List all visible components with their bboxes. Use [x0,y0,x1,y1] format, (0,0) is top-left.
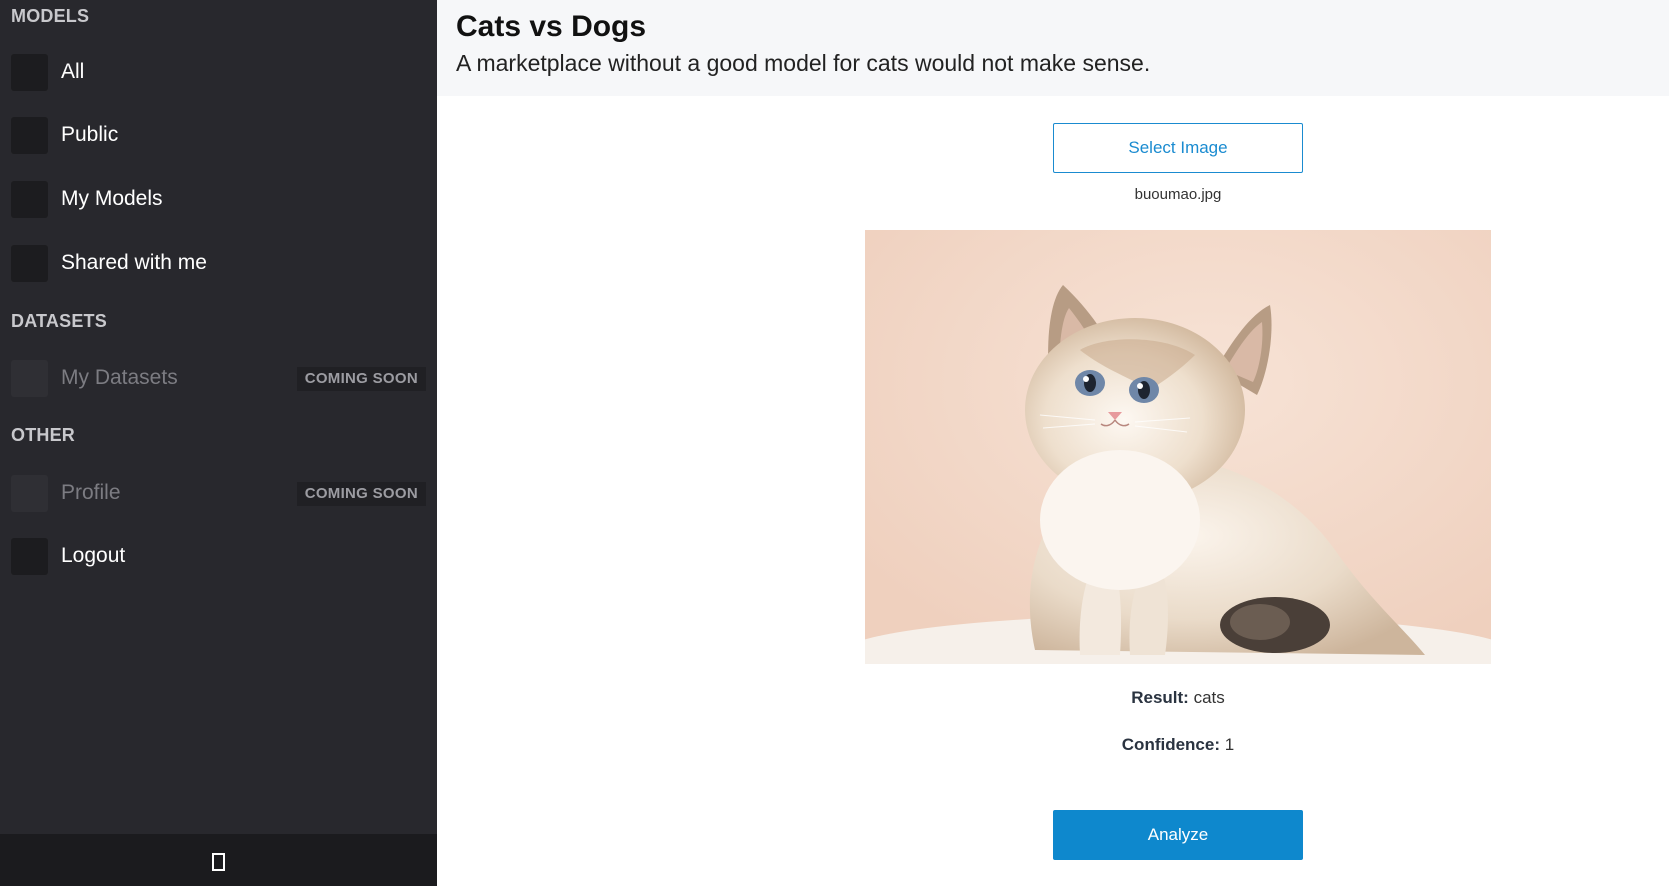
sidebar-item-logout[interactable]: Logout [11,537,426,575]
my-models-icon [11,180,48,218]
image-preview [865,230,1491,664]
section-title-datasets: DATASETS [11,311,107,331]
sidebar-item-label: My Datasets [61,366,178,389]
sidebar-item-label: Public [61,123,119,146]
select-image-button[interactable]: Select Image [1053,123,1303,173]
section-title-other: OTHER [11,425,75,445]
collapse-sidebar-icon[interactable] [212,853,225,871]
sidebar-item-label: My Models [61,187,163,210]
confidence-row: Confidence: 1 [878,735,1478,755]
sidebar-item-my-datasets: My Datasets COMING SOON [11,359,426,397]
analyze-button[interactable]: Analyze [1053,810,1303,860]
confidence-value: 1 [1224,735,1235,754]
kitten-image [865,230,1491,664]
result-label: Result: [1131,688,1189,707]
coming-soon-badge: COMING SOON [296,482,426,506]
all-models-icon [11,53,48,91]
public-models-icon [11,116,48,154]
main-content: Cats vs Dogs A marketplace without a goo… [437,0,1669,886]
datasets-icon [11,359,48,397]
sidebar-item-label: Shared with me [61,251,207,274]
sidebar-item-my-models[interactable]: My Models [11,180,426,218]
sidebar-item-label: Logout [61,544,126,567]
sidebar-item-label: All [61,60,85,83]
page-title: Cats vs Dogs [456,10,647,43]
section-title-models: MODELS [11,6,90,26]
sidebar-footer [0,834,437,886]
sidebar-item-shared-with-me[interactable]: Shared with me [11,244,426,282]
logout-icon [11,537,48,575]
sidebar-item-label: Profile [61,481,121,504]
page-header: Cats vs Dogs A marketplace without a goo… [437,0,1669,96]
profile-icon [11,474,48,512]
sidebar: MODELS All Public My Models Shared with … [0,0,437,886]
sidebar-item-all[interactable]: All [11,53,426,91]
coming-soon-badge: COMING SOON [296,367,426,391]
sidebar-item-public[interactable]: Public [11,116,426,154]
result-row: Result: cats [878,688,1478,708]
shared-models-icon [11,244,48,282]
page-subtitle: A marketplace without a good model for c… [456,50,1151,76]
app: MODELS All Public My Models Shared with … [0,0,1669,886]
sidebar-item-profile: Profile COMING SOON [11,474,426,512]
selected-file-name: buoumao.jpg [1134,186,1222,203]
result-value: cats [1193,688,1225,707]
confidence-label: Confidence: [1121,735,1221,754]
